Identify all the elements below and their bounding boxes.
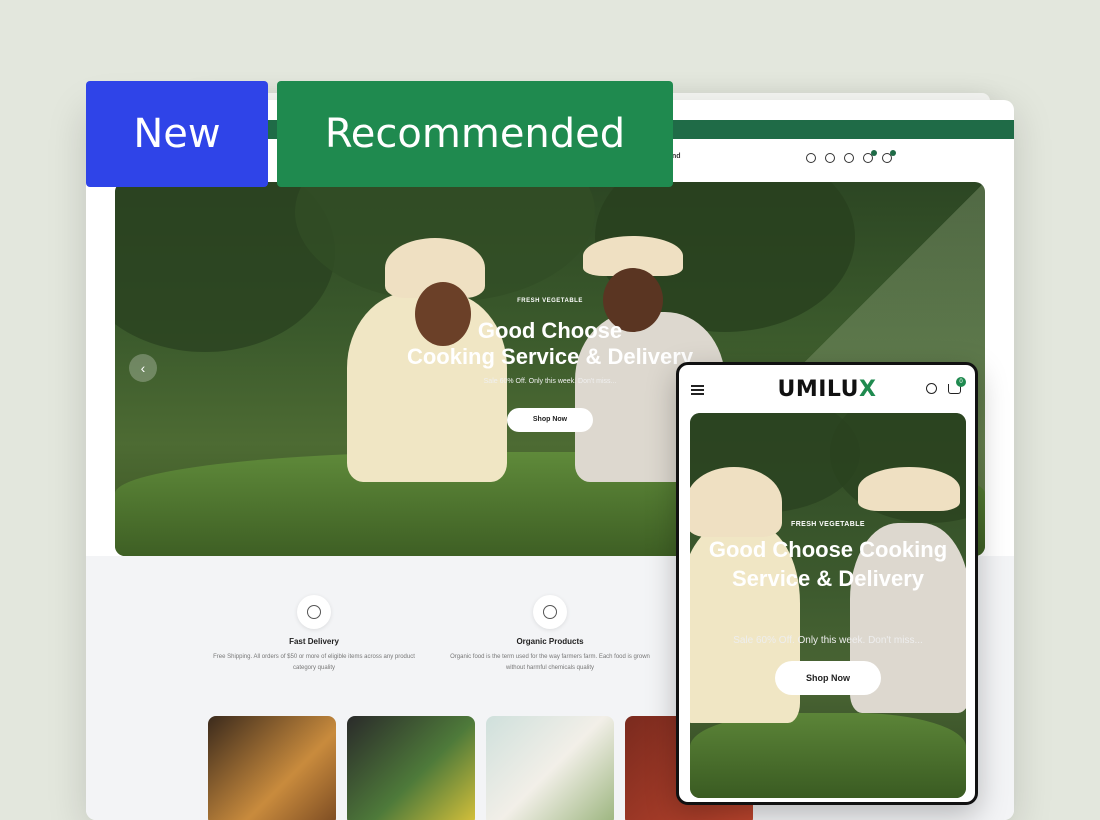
feature-organic-products: Organic Products Organic food is the ter… (440, 595, 660, 674)
category-tile[interactable] (208, 716, 336, 820)
hero-title-line1: Good Choose (477, 318, 623, 343)
shop-now-button[interactable]: Shop Now (775, 661, 881, 695)
search-icon[interactable] (926, 383, 937, 394)
feature-desc: Free Shipping. All orders of $50 or more… (213, 654, 415, 671)
delivery-icon (297, 595, 331, 629)
category-tile[interactable] (486, 716, 614, 820)
cart-count-badge: 0 (956, 377, 966, 387)
mobile-header: UMILUX 0 (679, 365, 975, 413)
nav-item[interactable]: nd (672, 153, 681, 160)
header-icons (806, 150, 896, 163)
settings-icon[interactable] (844, 153, 854, 163)
shop-now-button[interactable]: Shop Now (507, 408, 593, 432)
mobile-hero-banner: FRESH VEGETABLE Good Choose Cooking Serv… (690, 413, 966, 798)
user-icon[interactable] (825, 153, 835, 163)
feature-fast-delivery: Fast Delivery Free Shipping. All orders … (204, 595, 424, 674)
feature-title: Fast Delivery (289, 637, 339, 646)
category-tile[interactable] (347, 716, 475, 820)
logo-accent: X (859, 377, 877, 402)
leaf-icon (533, 595, 567, 629)
feature-desc: Organic food is the term used for the wa… (450, 654, 650, 671)
cart-icon[interactable] (882, 150, 896, 163)
feature-title: Organic Products (516, 637, 584, 646)
cart-badge (890, 150, 896, 156)
hero-tag: FRESH VEGETABLE (791, 521, 865, 528)
logo-text: UMILU (777, 377, 860, 402)
hero-title: Good Choose Cooking Service & Delivery (708, 537, 948, 591)
new-badge: New (86, 81, 268, 187)
hero-subtitle: Sale 60% Off. Only this week. Don't miss… (733, 635, 923, 646)
wishlist-badge (871, 150, 877, 156)
wishlist-icon[interactable] (863, 150, 877, 163)
hero-tag: FRESH VEGETABLE (517, 298, 583, 304)
search-icon[interactable] (806, 153, 816, 163)
mobile-mockup: UMILUX 0 FRESH VEGETABLE Good Choose Coo… (676, 362, 978, 805)
recommended-badge: Recommended (277, 81, 673, 187)
